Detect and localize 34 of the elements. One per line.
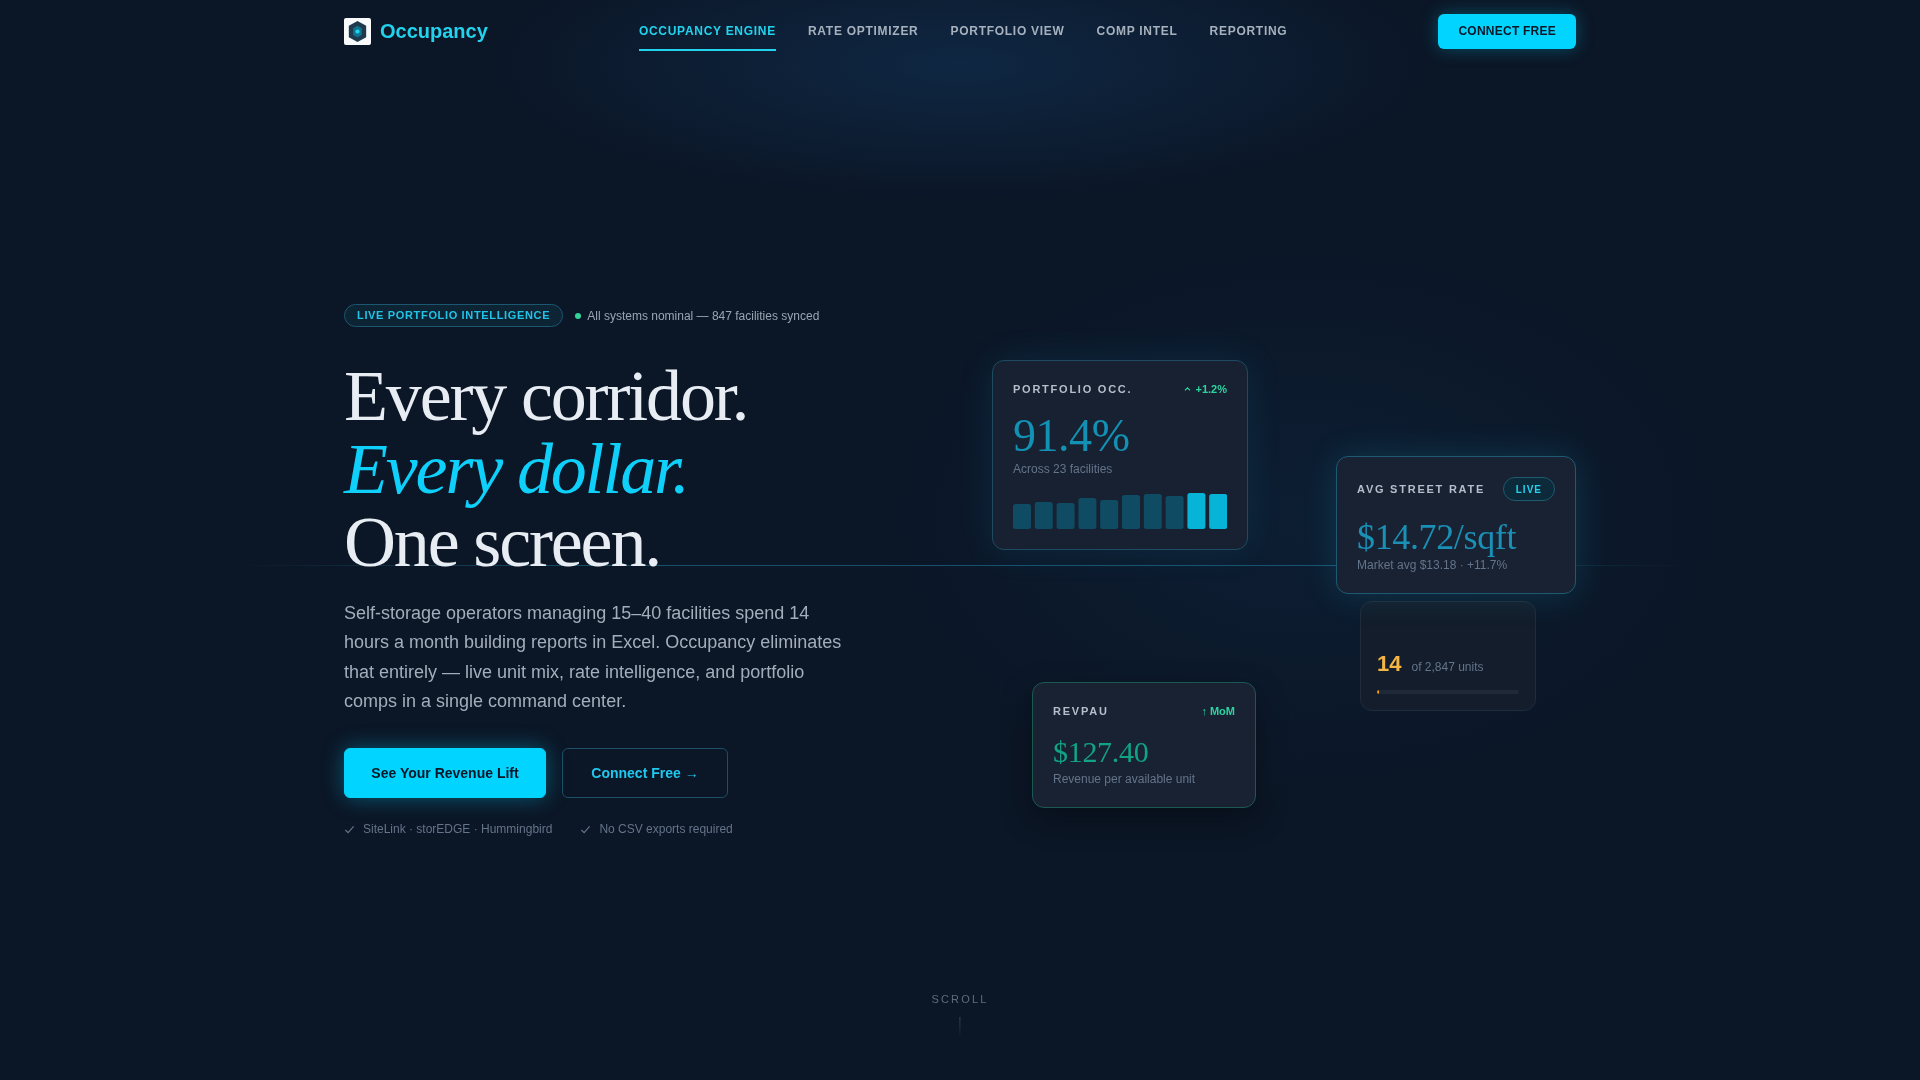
check-label: No CSV exports required — [599, 821, 733, 837]
brand-name: Occupancy — [380, 19, 488, 43]
metric-caption: Across 23 facilities — [1013, 461, 1113, 477]
status-text: All systems nominal — 847 facilities synced — [587, 307, 820, 324]
check-label: SiteLink · storEDGE · Hummingbird — [363, 821, 553, 837]
nav-tab[interactable]: COMP INTEL — [1096, 0, 1178, 51]
outline-button[interactable]: Connect Free → — [562, 748, 728, 798]
card-label: PORTFOLIO OCC. — [1013, 382, 1133, 397]
check-icon — [344, 823, 355, 835]
chevron-up-icon — [1183, 387, 1191, 391]
section-badge: LIVE PORTFOLIO INTELLIGENCE — [344, 304, 564, 327]
metric-caption: of 2,847 units — [1411, 659, 1484, 675]
nav-tab[interactable]: PORTFOLIO VIEW — [950, 0, 1065, 51]
metric-value: 91.4% — [1013, 413, 1130, 459]
headline-line: Every corridor. — [344, 360, 748, 433]
risk-count: 14 — [1377, 650, 1402, 678]
logo-icon — [344, 17, 371, 45]
metric-caption: Market avg $13.18 · +11.7% — [1357, 557, 1508, 573]
metric-value: $127.40 — [1053, 737, 1149, 767]
description: Self-storage operators managing 15–40 facilities spend 14 hours a month building reports in Excel. Occupancy eliminates that entirely — live unit mix, rate intelligence, and portfolio comps in a single command center. — [344, 602, 843, 713]
connect-button[interactable]: CONNECT FREE — [1438, 13, 1576, 49]
metric-value: $14.72/sqft — [1357, 519, 1517, 555]
scroll-label: SCROLL — [931, 992, 989, 1007]
card-label: AVG STREET RATE — [1357, 482, 1486, 497]
nav-tab[interactable]: REPORTING — [1209, 0, 1288, 51]
live-badge: LIVE — [1502, 477, 1555, 501]
nav-tab[interactable]: RATE OPTIMIZER — [807, 0, 919, 51]
change-value: ↑ MoM — [1201, 704, 1235, 719]
check-icon — [580, 823, 592, 835]
card-label: REVPAU — [1053, 704, 1109, 719]
change-value: +1.2% — [1195, 382, 1227, 397]
metric-caption: Revenue per available unit — [1053, 771, 1196, 787]
nav-tab[interactable]: OCCUPANCY ENGINE — [638, 0, 776, 51]
primary-button[interactable]: See Your Revenue Lift — [344, 748, 546, 798]
